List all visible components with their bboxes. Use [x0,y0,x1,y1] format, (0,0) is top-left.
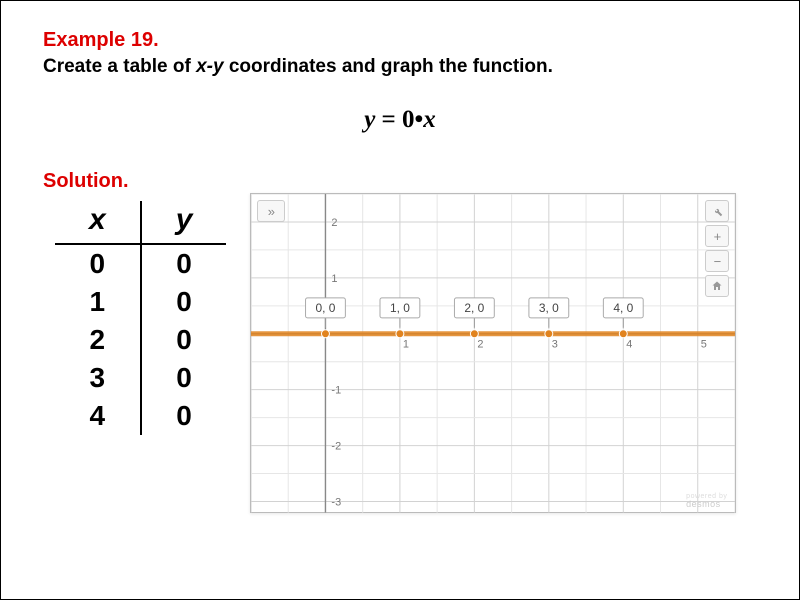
svg-text:1, 0: 1, 0 [390,301,410,315]
cell-x: 2 [55,321,141,359]
equation-mid: = 0• [375,106,423,133]
equation-lhs: y [364,106,375,133]
svg-text:2: 2 [478,339,484,351]
table-row: 30 [55,359,226,397]
svg-text:2, 0: 2, 0 [465,301,485,315]
table-row: 00 [55,244,226,283]
cell-y: 0 [141,397,227,435]
cell-x: 1 [55,283,141,321]
svg-text:5: 5 [701,339,707,351]
cell-y: 0 [141,321,227,359]
home-button[interactable] [705,275,729,297]
svg-text:3, 0: 3, 0 [539,301,559,315]
zoom-out-button[interactable]: − [705,250,729,272]
table-header-x: x [55,201,141,244]
home-icon [711,280,723,292]
solution-label: Solution. [43,170,757,193]
zoom-in-button[interactable]: + [705,225,729,247]
cell-y: 0 [141,359,227,397]
instruction-prefix: Create a table of [43,56,196,77]
svg-text:-3: -3 [332,496,342,508]
cell-x: 3 [55,359,141,397]
equation: y = 0•x [43,106,757,134]
svg-text:4, 0: 4, 0 [614,301,634,315]
svg-text:1: 1 [332,273,338,285]
svg-text:-2: -2 [332,441,342,453]
cell-y: 0 [141,283,227,321]
settings-button[interactable] [705,200,729,222]
cell-y: 0 [141,244,227,283]
table-row: 10 [55,283,226,321]
cell-x: 4 [55,397,141,435]
plus-icon: + [714,229,722,244]
xy-table: x y 00 10 20 30 40 [43,201,226,435]
svg-text:3: 3 [552,339,558,351]
svg-text:0, 0: 0, 0 [316,301,336,315]
svg-text:1: 1 [403,339,409,351]
minus-icon: − [714,254,722,269]
wrench-icon [711,205,723,217]
instruction-xy: x-y [196,56,223,77]
instruction: Create a table of x-y coordinates and gr… [43,56,757,78]
example-title: Example 19. [43,29,757,52]
equation-rhs: x [423,106,436,133]
svg-text:-1: -1 [332,385,342,397]
svg-text:4: 4 [627,339,633,351]
chevron-right-icon: » [268,204,275,219]
table-row: 40 [55,397,226,435]
watermark-text: desmos [686,499,721,509]
watermark: powered by desmos [686,493,727,509]
expand-button[interactable]: » [257,200,285,222]
svg-text:2: 2 [332,217,338,229]
cell-x: 0 [55,244,141,283]
graph-svg: 1 2 3 4 5 -3 -2 -1 1 2 0, 0 1, 0 2, 0 3, 0 4, 0 [251,194,735,513]
instruction-suffix: coordinates and graph the function. [224,56,553,77]
graph-panel[interactable]: 12345-3-2-1120, 01, 02, 03, 04, 0 » + − … [250,193,736,513]
table-header-y: y [141,201,227,244]
table-row: 20 [55,321,226,359]
